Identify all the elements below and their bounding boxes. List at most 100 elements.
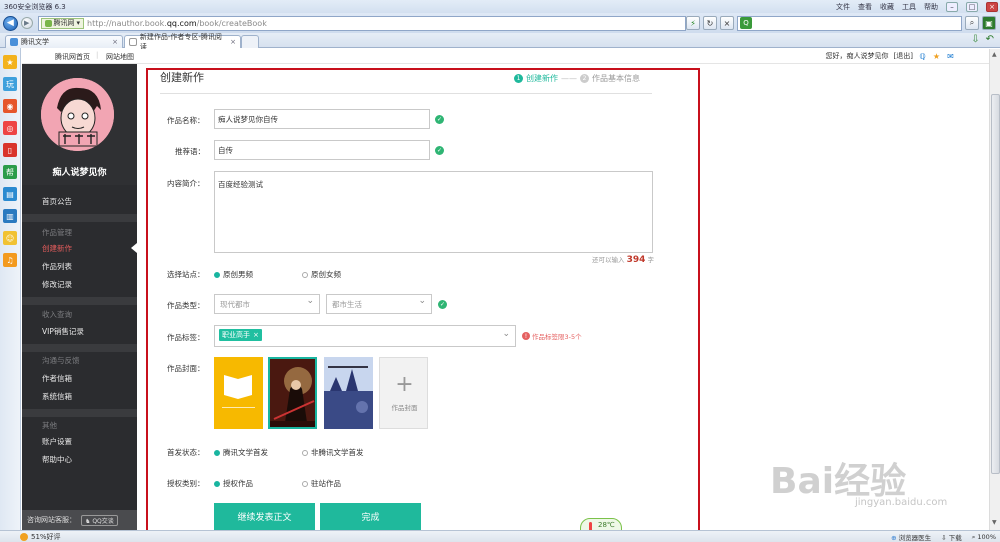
undo-icon[interactable]: ↶: [986, 34, 994, 45]
nav-system-mail[interactable]: 系统信箱: [42, 391, 72, 402]
done-button[interactable]: 完成: [320, 503, 421, 530]
emoji-icon[interactable]: ☺: [3, 231, 17, 245]
type-select-primary-value: 现代都市: [220, 299, 250, 309]
cover-artwork-warrior: [270, 359, 315, 427]
close-window-icon[interactable]: ×: [986, 1, 998, 12]
qq-home-link[interactable]: 腾讯网首页: [55, 52, 90, 62]
vertical-scrollbar[interactable]: ▲ ▼: [989, 49, 1000, 530]
cover-upload-button[interactable]: + 作品封面: [379, 357, 428, 429]
tag-remove-icon[interactable]: ×: [253, 331, 259, 339]
auth-option-licensed-label: 授权作品: [223, 479, 253, 488]
weibo-icon[interactable]: ◉: [3, 99, 17, 113]
site-topbar: 腾讯网首页 | 网站地图 您好，痴人说梦见你 [退出] ℚ ★ ✉: [22, 49, 989, 64]
site-tag-dropdown-icon: ▾: [76, 19, 81, 27]
step2-label: 作品基本信息: [592, 74, 640, 83]
site-option-female[interactable]: 原创女频: [302, 269, 341, 280]
status-rating[interactable]: 51%好评: [31, 532, 61, 542]
nav-edit-history[interactable]: 修改记录: [42, 279, 72, 290]
greeting-text: 您好，痴人说梦见你: [825, 52, 889, 60]
download-status[interactable]: ⇩ 下载: [941, 532, 962, 542]
mail-icon[interactable]: ✉: [946, 52, 955, 61]
news-icon[interactable]: ▤: [3, 187, 17, 201]
extension-icon[interactable]: ▣: [982, 16, 996, 30]
menu-help[interactable]: 帮助: [924, 2, 938, 12]
zoom-level[interactable]: ⌕ 100%: [972, 533, 996, 542]
music-icon[interactable]: ♫: [3, 253, 17, 267]
slogan-field[interactable]: 自传: [214, 140, 430, 160]
new-tab-button[interactable]: [241, 35, 259, 48]
tab-close-icon[interactable]: ×: [230, 38, 236, 46]
step-indicator: 1 创建新作 —— 2 作品基本信息: [514, 73, 640, 84]
search-engine-icon[interactable]: Q: [740, 17, 752, 29]
star-icon[interactable]: ★: [932, 52, 941, 61]
game-icon[interactable]: 玩: [3, 77, 17, 91]
site-tag[interactable]: 腾讯网 ▾: [40, 17, 85, 29]
stop-icon[interactable]: ×: [720, 16, 734, 30]
radio-empty-icon: [302, 271, 308, 278]
scrollbar-thumb[interactable]: [991, 94, 1000, 474]
minimize-icon[interactable]: –: [946, 1, 958, 12]
browser-menu: 文件 查看 收藏 工具 帮助 – □ ×: [836, 0, 998, 13]
nav-author-mail[interactable]: 作者信箱: [42, 373, 72, 384]
download-icon[interactable]: ⇩: [971, 34, 979, 45]
menu-favorites[interactable]: 收藏: [880, 2, 894, 12]
url-input[interactable]: 腾讯网 ▾ http://nauthor.book. qq.com/book/cre…: [37, 15, 686, 31]
nav-account-settings[interactable]: 账户设置: [42, 436, 72, 447]
logout-link[interactable]: [退出]: [894, 51, 913, 61]
type-select-primary[interactable]: 现代都市 ⌄: [214, 294, 320, 314]
camera-icon[interactable]: ◎: [3, 121, 17, 135]
maximize-icon[interactable]: □: [966, 1, 978, 12]
nav-divider: [22, 409, 137, 417]
status-right: ⊕ 浏览器医生 ⇩ 下载 ⌕ 100%: [891, 532, 996, 542]
tab-tencent-literature[interactable]: 腾讯文学 ×: [5, 35, 123, 48]
tags-hint-text: 作品标签限3-5个: [532, 333, 582, 341]
first-option-other[interactable]: 非腾讯文学首发: [302, 447, 364, 458]
menu-tools[interactable]: 工具: [902, 2, 916, 12]
forward-arrow-icon[interactable]: ▶: [20, 17, 33, 29]
back-arrow-icon[interactable]: ◀: [3, 15, 18, 31]
menu-view[interactable]: 查看: [858, 2, 872, 12]
book-icon[interactable]: ▥: [3, 209, 17, 223]
intro-textarea[interactable]: 百度经验测试: [214, 171, 653, 253]
scroll-down-icon[interactable]: ▼: [992, 519, 997, 526]
nav-announcement[interactable]: 首页公告: [42, 196, 72, 207]
mobile-icon[interactable]: ▯: [3, 143, 17, 157]
search-icon[interactable]: ⌕: [965, 16, 979, 30]
site-option-male-label: 原创男频: [223, 270, 253, 279]
auth-option-licensed[interactable]: 授权作品: [214, 478, 253, 489]
sitemap-link[interactable]: 网站地图: [106, 52, 134, 62]
qq-icon[interactable]: ℚ: [918, 52, 927, 61]
tag-chip[interactable]: 职业高手 ×: [219, 329, 262, 341]
search-input[interactable]: Q: [737, 15, 962, 31]
nav-divider: [22, 214, 137, 222]
refresh-icon[interactable]: ↻: [703, 16, 717, 30]
menu-file[interactable]: 文件: [836, 2, 850, 12]
type-select-secondary[interactable]: 都市生活 ⌄: [326, 294, 432, 314]
tab-close-icon[interactable]: ×: [112, 38, 118, 46]
nav-help-center[interactable]: 帮助中心: [42, 454, 72, 465]
nav-work-list[interactable]: 作品列表: [42, 261, 72, 272]
type-valid-check-icon: ✓: [438, 300, 447, 309]
scroll-up-icon[interactable]: ▲: [992, 51, 997, 58]
cover-artwork-castle: [324, 357, 373, 429]
tab-create-book[interactable]: 新建作品-作者专区-腾讯阅读 ×: [124, 33, 241, 51]
work-name-field[interactable]: 痴人说梦见你自传: [214, 109, 430, 129]
radio-selected-icon: [214, 480, 220, 487]
auth-option-resident[interactable]: 驻站作品: [302, 478, 341, 489]
lightning-icon[interactable]: ⚡: [686, 16, 700, 30]
continue-publish-button[interactable]: 继续发表正文: [214, 503, 315, 530]
qq-chat-button[interactable]: ♞ QQ交谈: [81, 514, 118, 526]
tag-chip-label: 职业高手: [222, 331, 250, 339]
favorites-star-icon[interactable]: ★: [3, 55, 17, 69]
cover-option-selected[interactable]: [268, 357, 317, 429]
browser-doctor[interactable]: ⊕ 浏览器医生: [891, 532, 931, 542]
nav-create-work[interactable]: 创建新作: [42, 243, 72, 254]
chevron-down-icon: ⌄: [418, 296, 426, 306]
cover-option-default[interactable]: [214, 357, 263, 429]
site-option-male[interactable]: 原创男频: [214, 269, 253, 280]
cover-option-fantasy[interactable]: [324, 357, 373, 429]
char-counter-value: 394: [626, 255, 646, 265]
nav-vip-sales[interactable]: VIP销售记录: [42, 326, 84, 337]
first-option-tencent[interactable]: 腾讯文学首发: [214, 447, 268, 458]
help-icon[interactable]: 帮: [3, 165, 17, 179]
